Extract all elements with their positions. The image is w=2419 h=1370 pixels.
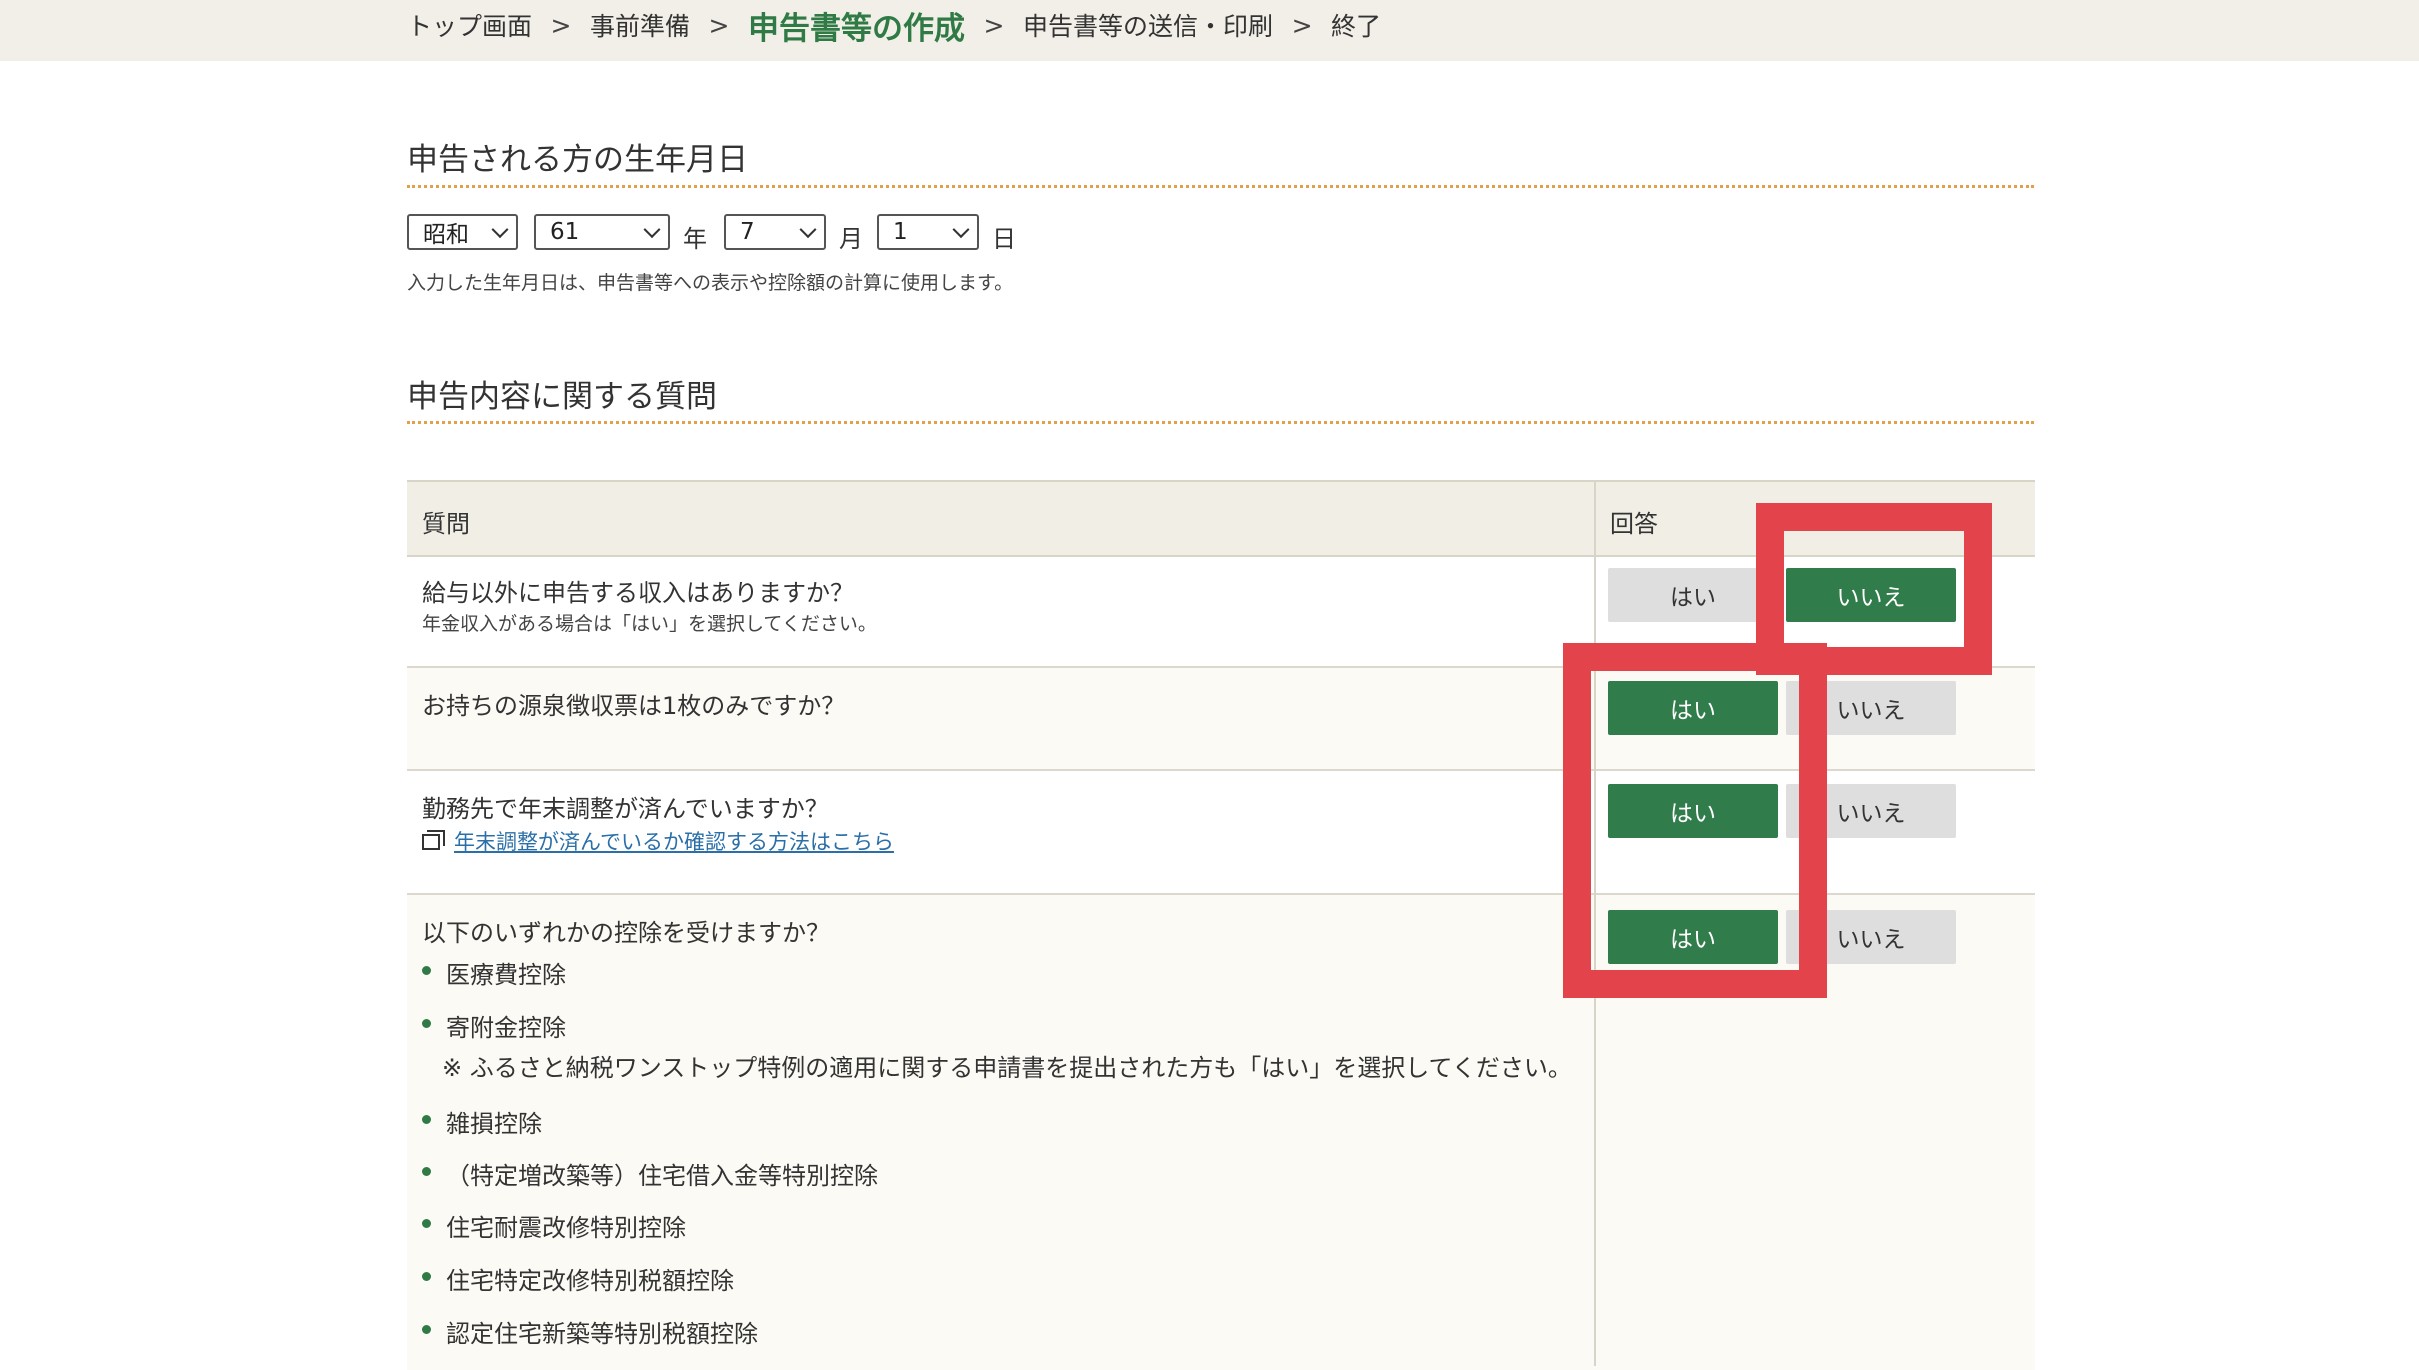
deduction-label: 医療費控除 bbox=[446, 961, 566, 989]
list-item: 寄附金控除 bbox=[422, 1008, 1572, 1048]
furusato-note-text: ※ ふるさと納税ワンストップ特例の適用に関する申請書を提出された方も「はい」を選… bbox=[442, 1054, 1572, 1082]
year-end-adjustment-help-link[interactable]: 年末調整が済んでいるか確認する方法はこちら bbox=[454, 826, 894, 856]
breadcrumb-item-preparation: 事前準備 bbox=[590, 12, 691, 41]
bullet-icon bbox=[422, 966, 431, 975]
highlight-box-yes bbox=[1563, 643, 1827, 998]
breadcrumb-item-current: 申告書等の作成 bbox=[748, 10, 966, 47]
list-item: 雑損控除 bbox=[422, 1104, 1572, 1156]
header-answer: 回答 bbox=[1610, 510, 1658, 538]
breadcrumb-bar: トップ画面 > 事前準備 > 申告書等の作成 > 申告書等の送信・印刷 > 終了 bbox=[0, 0, 2419, 61]
question-text: 勤務先で年末調整が済んでいますか？ bbox=[422, 795, 829, 823]
deduction-label: 住宅耐震改修特別控除 bbox=[446, 1214, 686, 1242]
list-item: 住宅耐震改修特別控除 bbox=[422, 1208, 1572, 1261]
list-item: 住宅特定改修特別税額控除 bbox=[422, 1261, 1572, 1314]
deduction-label: 寄附金控除 bbox=[446, 1014, 566, 1042]
chevron-down-icon bbox=[643, 221, 661, 239]
year-select[interactable]: 61 bbox=[534, 214, 670, 250]
bullet-icon bbox=[422, 1167, 431, 1176]
era-select-value: 昭和 bbox=[423, 222, 469, 248]
chevron-right-icon: > bbox=[550, 10, 572, 40]
bullet-icon bbox=[422, 1019, 431, 1028]
day-select-value: 1 bbox=[893, 219, 908, 245]
deduction-label: （特定増改築等）住宅借入金等特別控除 bbox=[446, 1162, 878, 1190]
chevron-down-icon bbox=[952, 221, 970, 239]
list-item: （特定増改築等）住宅借入金等特別控除 bbox=[422, 1156, 1572, 1208]
bullet-icon bbox=[422, 1272, 431, 1281]
question-subtext: 年金収入がある場合は「はい」を選択してください。 bbox=[422, 613, 877, 635]
section-divider bbox=[407, 421, 2034, 424]
question-text: お持ちの源泉徴収票は1枚のみですか？ bbox=[422, 692, 846, 720]
list-item: 医療費控除 bbox=[422, 955, 1572, 1008]
month-unit-label: 月 bbox=[839, 225, 863, 253]
furusato-note: ※ ふるさと納税ワンストップ特例の適用に関する申請書を提出された方も「はい」を選… bbox=[422, 1048, 1572, 1104]
bullet-icon bbox=[422, 1325, 431, 1334]
month-select-value: 7 bbox=[740, 219, 755, 245]
question-text: 給与以外に申告する収入はありますか？ bbox=[422, 579, 854, 607]
chevron-right-icon: > bbox=[708, 10, 730, 40]
chevron-down-icon bbox=[491, 221, 509, 239]
era-select[interactable]: 昭和 bbox=[407, 214, 518, 250]
header-question: 質問 bbox=[422, 510, 470, 538]
chevron-right-icon: > bbox=[983, 10, 1005, 40]
new-window-icon bbox=[422, 830, 445, 850]
q1-yes-button[interactable]: はい bbox=[1608, 568, 1778, 622]
deduction-label: 住宅特定改修特別税額控除 bbox=[446, 1267, 734, 1295]
birthdate-section-title: 申告される方の生年月日 bbox=[407, 142, 748, 178]
section-divider bbox=[407, 185, 2034, 188]
breadcrumb-item-submit-print: 申告書等の送信・印刷 bbox=[1023, 12, 1274, 41]
breadcrumb-item-end: 終了 bbox=[1331, 12, 1382, 41]
bullet-icon bbox=[422, 1115, 431, 1124]
day-select[interactable]: 1 bbox=[877, 214, 979, 250]
deduction-label: 雑損控除 bbox=[446, 1110, 542, 1138]
breadcrumb: トップ画面 > 事前準備 > 申告書等の作成 > 申告書等の送信・印刷 > 終了 bbox=[407, 0, 1381, 50]
bullet-icon bbox=[422, 1219, 431, 1228]
year-unit-label: 年 bbox=[683, 225, 707, 253]
deduction-label: 認定住宅新築等特別税額控除 bbox=[446, 1320, 758, 1348]
year-select-value: 61 bbox=[550, 219, 580, 245]
month-select[interactable]: 7 bbox=[724, 214, 826, 250]
questions-section-title: 申告内容に関する質問 bbox=[407, 379, 717, 415]
chevron-down-icon bbox=[799, 221, 817, 239]
breadcrumb-item-top: トップ画面 bbox=[407, 12, 533, 41]
question-text: 以下のいずれかの控除を受けますか？ bbox=[422, 919, 830, 947]
deduction-list: 医療費控除 寄附金控除 ※ ふるさと納税ワンストップ特例の適用に関する申請書を提… bbox=[422, 955, 1572, 1354]
day-unit-label: 日 bbox=[992, 225, 1016, 253]
birthdate-note: 入力した生年月日は、申告書等への表示や控除額の計算に使用します。 bbox=[407, 272, 1014, 294]
chevron-right-icon: > bbox=[1291, 10, 1313, 40]
list-item: 認定住宅新築等特別税額控除 bbox=[422, 1314, 1572, 1354]
